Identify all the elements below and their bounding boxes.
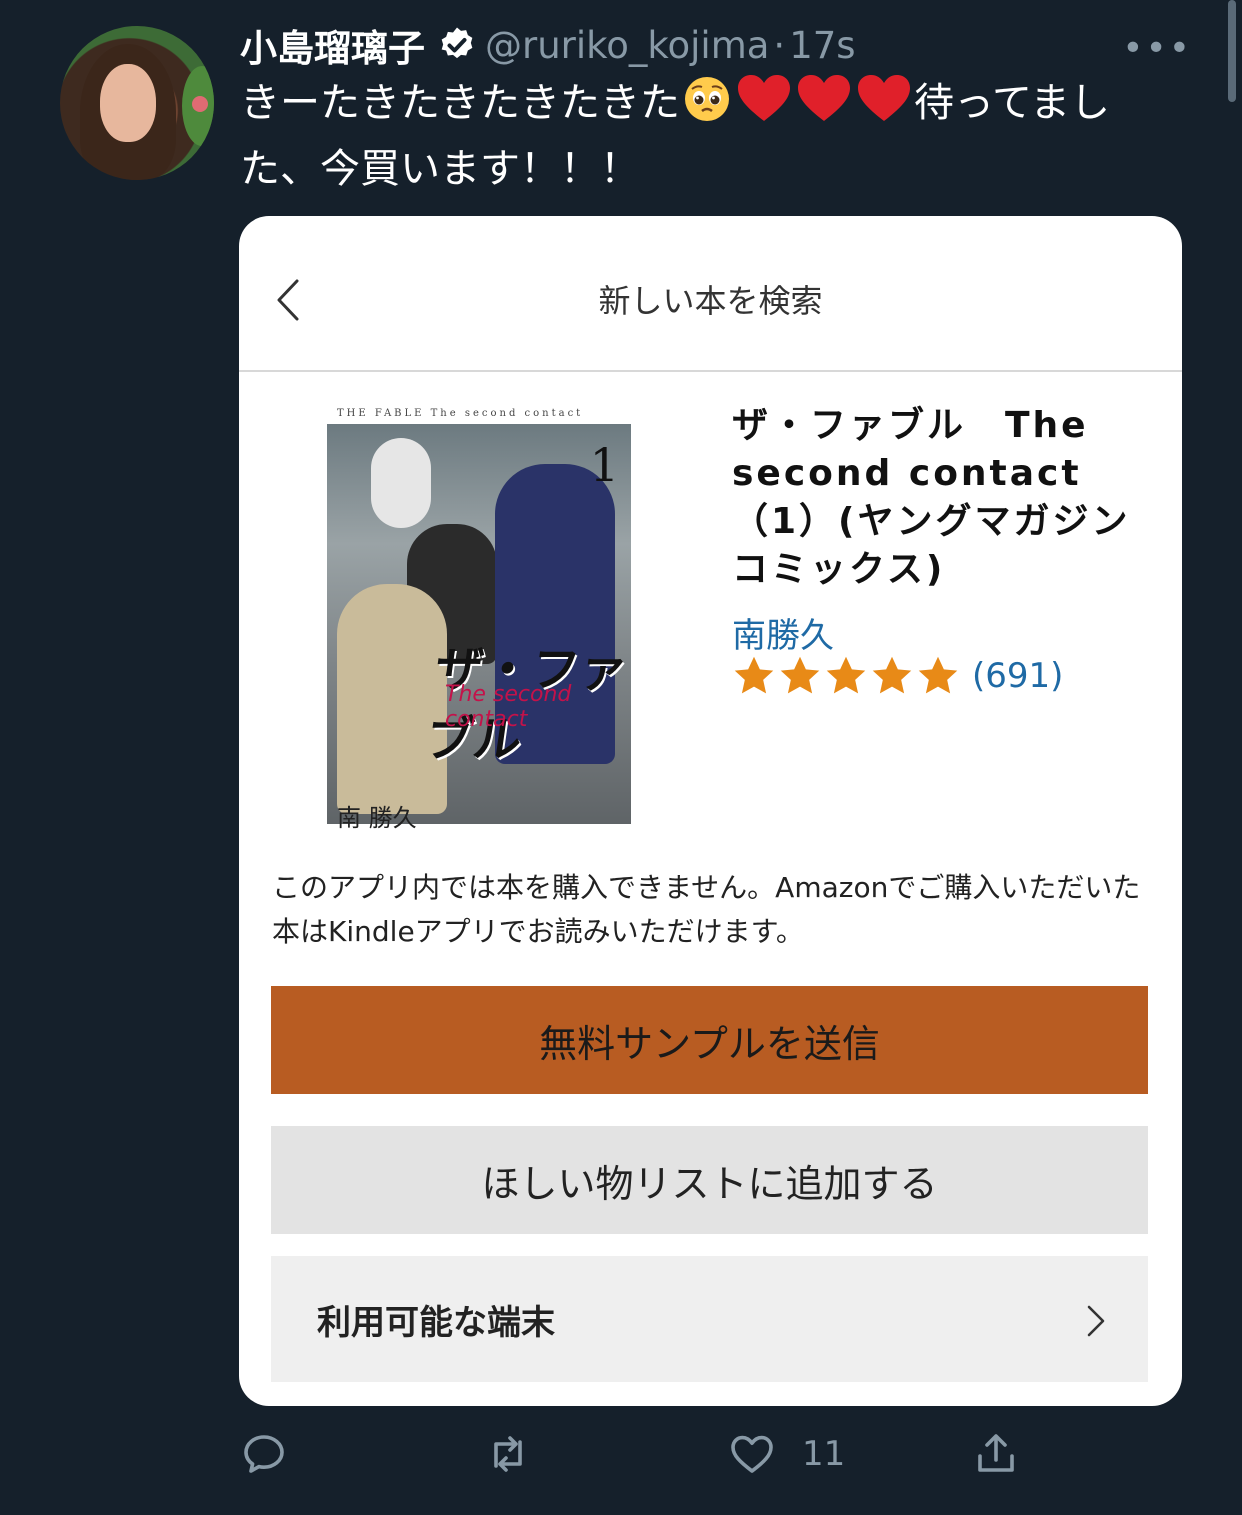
star-icon bbox=[918, 656, 958, 694]
tweet-timestamp[interactable]: 17s bbox=[789, 24, 855, 67]
tweet[interactable]: 小島瑠璃子 @ruriko_kojima · 17s ••• きーたきたきたきた… bbox=[0, 0, 1242, 1515]
pleading-face-icon bbox=[682, 74, 732, 140]
tweet-actions: 11 bbox=[0, 1426, 1242, 1496]
add-to-wishlist-button[interactable]: ほしい物リストに追加する bbox=[271, 1126, 1148, 1234]
card-title: 新しい本を検索 bbox=[598, 282, 823, 320]
tweet-text-part1: きーたきたきたきたきた bbox=[240, 80, 680, 126]
star-icon bbox=[826, 656, 866, 694]
tweet-text: きーたきたきたきたきた 待ってました、今買います！！！ bbox=[240, 74, 1180, 198]
red-heart-icon bbox=[856, 74, 912, 140]
reply-icon bbox=[244, 1435, 284, 1473]
avatar[interactable] bbox=[60, 26, 214, 180]
scrollbar[interactable] bbox=[1228, 0, 1236, 102]
cover-subtitle: The second contact bbox=[445, 682, 572, 732]
red-heart-icon bbox=[796, 74, 852, 140]
purchase-notice: このアプリ内では本を購入できません。Amazonでご購入いただいた本はKindl… bbox=[272, 871, 1141, 948]
author-name[interactable]: 小島瑠璃子 bbox=[240, 18, 425, 72]
star-icon bbox=[734, 656, 774, 694]
cover-author: 南 勝久 bbox=[337, 804, 417, 832]
star-icon bbox=[872, 656, 912, 694]
retweet-icon bbox=[494, 1436, 522, 1472]
verified-badge-icon bbox=[441, 27, 473, 59]
star-rating[interactable]: (691) bbox=[732, 654, 1063, 698]
tweet-header: 小島瑠璃子 @ruriko_kojima · 17s bbox=[240, 18, 856, 72]
cover-top-text: THE FABLE The second contact bbox=[337, 408, 584, 419]
heart-icon bbox=[731, 1435, 773, 1473]
cover-figure bbox=[371, 438, 431, 528]
avatar-face bbox=[100, 64, 156, 142]
separator-dot: · bbox=[773, 23, 786, 67]
attached-image-card[interactable]: 新しい本を検索 THE FABLE The second contact 1 ザ… bbox=[239, 216, 1182, 1406]
chevron-right-icon bbox=[1087, 1305, 1105, 1337]
send-free-sample-label: 無料サンプルを送信 bbox=[539, 1021, 880, 1066]
avatar-flower bbox=[192, 96, 208, 112]
share-button[interactable] bbox=[972, 1430, 1046, 1478]
like-count: 11 bbox=[802, 1434, 846, 1474]
available-devices-row[interactable]: 利用可能な端末 bbox=[271, 1256, 1148, 1382]
book-cover-image[interactable]: 1 ザ・ファブル The second contact bbox=[327, 424, 631, 824]
share-icon bbox=[978, 1434, 1014, 1472]
retweet-button[interactable] bbox=[484, 1430, 558, 1478]
star-icon bbox=[780, 656, 820, 694]
cover-volume-number: 1 bbox=[589, 438, 619, 492]
red-heart-icon bbox=[736, 74, 792, 140]
card-header: 新しい本を検索 bbox=[239, 216, 1182, 372]
book-author-link[interactable]: 南勝久 bbox=[732, 608, 834, 657]
send-free-sample-button[interactable]: 無料サンプルを送信 bbox=[271, 986, 1148, 1094]
book-title: ザ・ファブル The second contact（1）(ヤングマガジンコミック… bbox=[732, 405, 1131, 590]
like-button[interactable]: 11 bbox=[728, 1430, 845, 1478]
author-handle[interactable]: @ruriko_kojima bbox=[485, 24, 769, 67]
available-devices-label: 利用可能な端末 bbox=[317, 1302, 555, 1343]
rating-count[interactable]: (691) bbox=[972, 656, 1063, 696]
reply-button[interactable] bbox=[240, 1430, 314, 1478]
add-to-wishlist-label: ほしい物リストに追加する bbox=[481, 1161, 938, 1206]
more-options-icon[interactable]: ••• bbox=[1122, 28, 1192, 69]
